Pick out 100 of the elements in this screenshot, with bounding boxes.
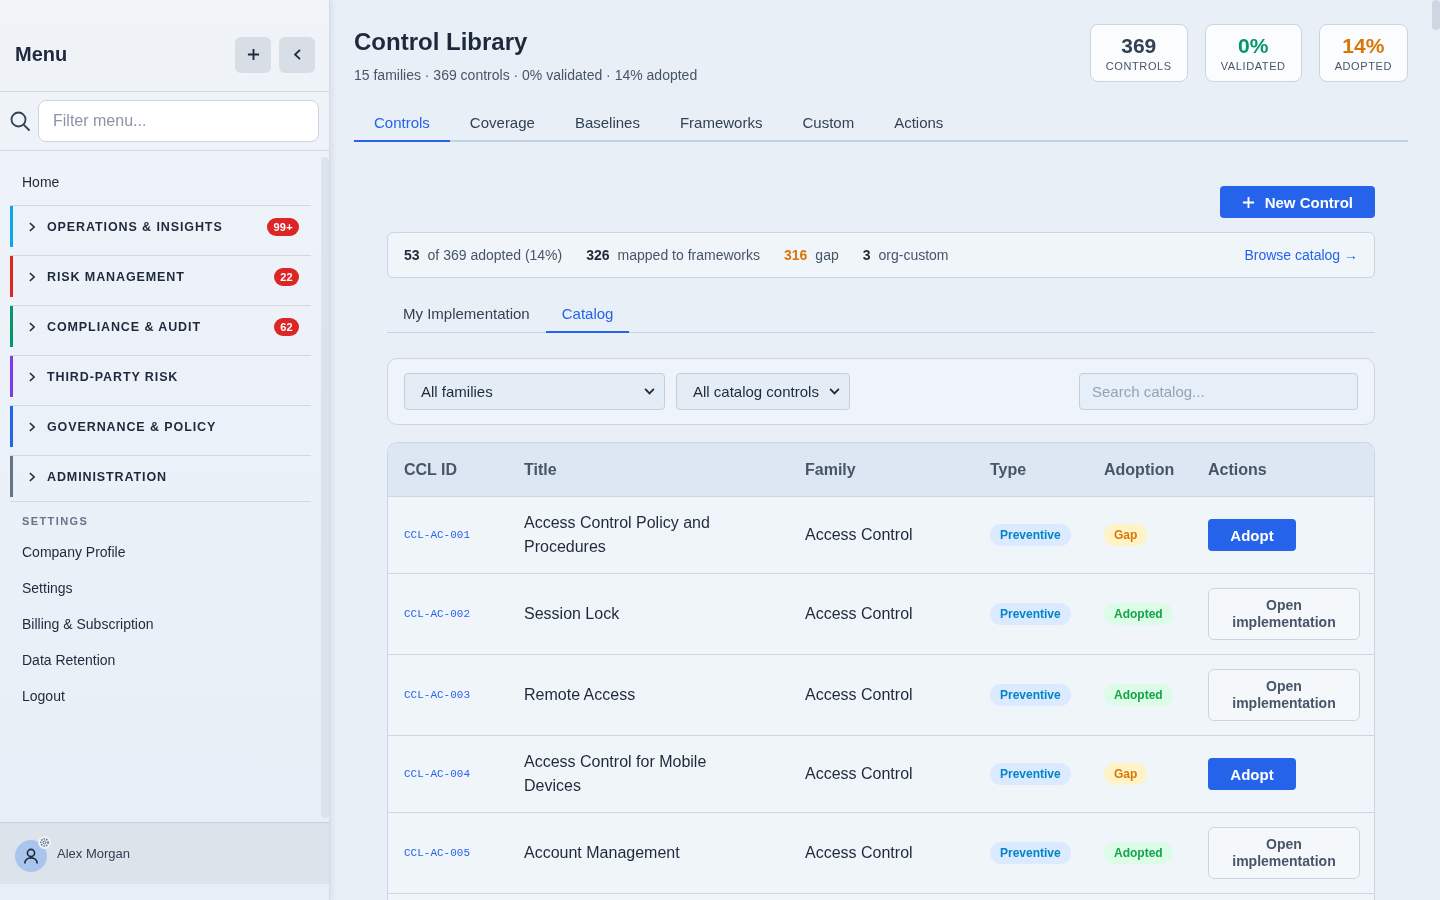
table-cell-text: Access Control — [804, 843, 914, 863]
column-header: CCL ID — [403, 460, 459, 479]
summary-count: 326 — [586, 247, 610, 263]
stat-value: 369 — [1121, 34, 1157, 58]
summary-text: org-custom — [878, 247, 949, 263]
status-tag: Gap — [1104, 763, 1148, 785]
table-cell-text: CCL-AC-001 — [403, 528, 471, 543]
count-badge: 62 — [274, 317, 299, 336]
count-badge: 99+ — [267, 217, 299, 236]
table-cell-text: Access Control for Mobile Devices — [523, 752, 708, 796]
chevron-down-icon — [644, 388, 655, 395]
group-label: RISK MANAGEMENT — [47, 269, 185, 284]
column-header: Title — [523, 460, 558, 479]
nav-link[interactable]: Data Retention — [10, 642, 311, 678]
stat-value: 0% — [1238, 34, 1269, 58]
menu-title: Menu — [15, 43, 68, 66]
group-label: COMPLIANCE & AUDIT — [47, 319, 201, 334]
table-cell-text: Remote Access — [523, 685, 637, 705]
filter-dropdown[interactable]: All catalog controls — [676, 373, 850, 410]
open-implementation-button[interactable]: Open implementation — [1208, 827, 1360, 879]
scrollbar-thumb[interactable] — [321, 157, 329, 818]
tab[interactable]: My Implementation — [387, 295, 546, 333]
nav-group-item[interactable]: RISK MANAGEMENT 22 — [10, 256, 311, 297]
filter-menu-field[interactable]: Filter menu... — [38, 100, 319, 142]
plus-icon — [246, 48, 260, 61]
tab[interactable]: Custom — [782, 104, 875, 142]
type-tag: Preventive — [990, 603, 1071, 625]
status-tag: Adopted — [1104, 603, 1173, 625]
open-implementation-button[interactable]: Open implementation — [1208, 669, 1360, 721]
tab[interactable]: Actions — [874, 104, 964, 142]
summary-text: of 369 adopted (14%) — [427, 247, 563, 263]
adopt-button[interactable]: Adopt — [1208, 519, 1296, 551]
filter-dropdown[interactable]: All families — [404, 373, 665, 410]
summary-count: 3 — [862, 247, 871, 263]
table-cell-text: CCL-AC-005 — [403, 846, 471, 861]
scrollbar-thumb[interactable] — [1432, 0, 1440, 30]
search-icon — [10, 111, 30, 131]
type-tag: Preventive — [990, 763, 1071, 785]
group-label: GOVERNANCE & POLICY — [47, 419, 217, 434]
nav-group-item[interactable]: THIRD-PARTY RISK — [10, 356, 311, 397]
nav-link[interactable]: Billing & Subscription — [10, 606, 311, 642]
type-tag: Preventive — [990, 842, 1071, 864]
nav-group-item[interactable]: COMPLIANCE & AUDIT 62 — [10, 306, 311, 347]
chevron-left-icon — [293, 49, 301, 60]
column-header: Type — [989, 460, 1028, 479]
page-title: Control Library — [354, 27, 529, 57]
table-cell-text: Access Control Policy and Procedures — [523, 513, 711, 557]
stat-value: 14% — [1342, 34, 1385, 58]
status-tag: Gap — [1104, 524, 1148, 546]
nav-link[interactable]: Company Profile — [10, 534, 311, 570]
status-tag: Adopted — [1104, 842, 1173, 864]
section-heading: SETTINGS — [21, 514, 90, 529]
column-header: Adoption — [1103, 460, 1176, 479]
summary-text: mapped to frameworks — [617, 247, 760, 263]
collapse-button[interactable] — [279, 36, 315, 73]
browse-catalog-link[interactable]: Browse catalog → — [1244, 247, 1358, 263]
stat-label: CONTROLS — [1105, 60, 1172, 72]
gear-icon — [38, 835, 51, 849]
new-control-button[interactable]: New Control — [1219, 186, 1375, 218]
add-button[interactable] — [235, 36, 271, 73]
table-cell-text: CCL-AC-002 — [403, 607, 471, 622]
status-tag: Adopted — [1104, 684, 1173, 706]
column-header: Actions — [1207, 460, 1268, 479]
type-tag: Preventive — [990, 524, 1071, 546]
tab[interactable]: Coverage — [449, 104, 555, 142]
table-cell-text: CCL-AC-003 — [403, 688, 471, 703]
type-tag: Preventive — [990, 684, 1071, 706]
summary-count: 316 — [784, 247, 808, 263]
nav-link[interactable]: Logout — [10, 678, 311, 714]
table-cell-text: Access Control — [804, 604, 914, 624]
summary-text: gap — [815, 247, 839, 263]
nav-group-item[interactable]: GOVERNANCE & POLICY — [10, 406, 311, 447]
tab[interactable]: Controls — [354, 104, 450, 142]
table-cell-text: Access Control — [804, 525, 914, 545]
adopt-button[interactable]: Adopt — [1208, 758, 1296, 790]
group-label: OPERATIONS & INSIGHTS — [47, 219, 223, 234]
nav-group-item[interactable]: OPERATIONS & INSIGHTS 99+ — [10, 206, 311, 247]
count-badge: 22 — [274, 267, 299, 286]
table-cell-text: Session Lock — [523, 604, 621, 624]
search-field[interactable]: Search catalog... — [1079, 373, 1358, 410]
nav-group-item[interactable]: ADMINISTRATION — [10, 456, 311, 497]
tab[interactable]: Catalog — [545, 295, 630, 333]
open-implementation-button[interactable]: Open implementation — [1208, 588, 1360, 640]
chevron-down-icon — [828, 388, 840, 395]
table-cell-text: Access Control — [804, 764, 914, 784]
page-subtitle: 15 families · 369 controls · 0% validated · 14% adopted — [354, 67, 698, 84]
tab[interactable]: Frameworks — [659, 104, 783, 142]
table-cell-text: Account Management — [523, 843, 681, 863]
group-label: ADMINISTRATION — [47, 469, 167, 484]
plus-icon — [1241, 195, 1255, 209]
summary-count: 53 — [404, 247, 420, 263]
tab[interactable]: Baselines — [554, 104, 660, 142]
stat-label: ADOPTED — [1334, 60, 1392, 72]
column-header: Family — [804, 460, 857, 479]
user-avatar-icon — [15, 839, 47, 872]
table-cell-text: CCL-AC-004 — [403, 767, 471, 782]
nav-link[interactable]: Home — [10, 159, 311, 205]
stat-label: VALIDATED — [1220, 60, 1286, 72]
table-cell-text: Access Control — [804, 685, 914, 705]
nav-link[interactable]: Settings — [10, 570, 311, 606]
